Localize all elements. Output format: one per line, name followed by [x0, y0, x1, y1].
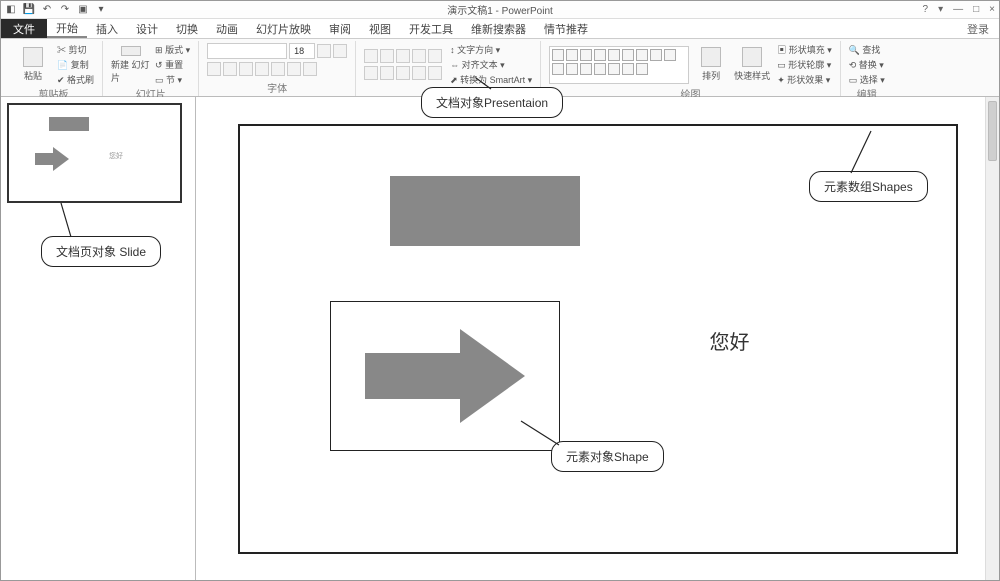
tab-transitions[interactable]: 切换 — [167, 19, 207, 38]
shape-arrow[interactable] — [355, 321, 535, 431]
grow-font-button[interactable] — [317, 44, 331, 58]
minimize-icon[interactable]: — — [953, 4, 963, 15]
align-left-button[interactable] — [364, 66, 378, 80]
tab-home[interactable]: 开始 — [47, 19, 87, 38]
justify-button[interactable] — [412, 66, 426, 80]
callout-shapes-leader — [821, 129, 891, 179]
arrange-button[interactable]: 排列 — [695, 46, 727, 84]
thumb-shape-arrow — [35, 147, 69, 171]
find-button[interactable]: 🔍 查找 — [849, 43, 885, 56]
font-color-button[interactable] — [303, 62, 317, 76]
underline-button[interactable] — [239, 62, 253, 76]
group-font: 18 字体 — [199, 41, 356, 96]
bold-button[interactable] — [207, 62, 221, 76]
arrange-icon — [701, 47, 721, 67]
shapes-gallery[interactable] — [549, 46, 689, 84]
tab-file[interactable]: 文件 — [1, 19, 47, 38]
select-button[interactable]: ▭ 选择 ▾ — [849, 73, 885, 86]
align-center-button[interactable] — [380, 66, 394, 80]
bullets-button[interactable] — [364, 49, 378, 63]
app-icon: ◧ — [5, 4, 17, 16]
numbering-button[interactable] — [380, 49, 394, 63]
slide-thumbnail-1[interactable]: 您好 — [7, 103, 182, 203]
tab-insert[interactable]: 插入 — [87, 19, 127, 38]
slide-thumbnail-pane: 您好 — [1, 97, 196, 580]
thumb-shape-rect — [49, 117, 89, 131]
titlebar: ◧ 💾 ↶ ↷ ▣ ▾ 演示文稿1 - PowerPoint ? ▾ — □ × — [1, 1, 999, 19]
window-controls: ? ▾ — □ × — [923, 4, 995, 15]
tab-slideshow[interactable]: 幻灯片放映 — [247, 19, 320, 38]
vertical-scrollbar[interactable] — [985, 97, 999, 580]
indent-inc-button[interactable] — [412, 49, 426, 63]
shape-effects-button[interactable]: ✦ 形状效果 ▾ — [777, 73, 832, 86]
scrollbar-thumb[interactable] — [988, 101, 997, 161]
redo-icon[interactable]: ↷ — [59, 4, 71, 16]
tab-review[interactable]: 审阅 — [320, 19, 360, 38]
new-slide-label: 新建 幻灯片 — [111, 58, 151, 84]
spacing-button[interactable] — [287, 62, 301, 76]
callout-slide-leader — [41, 201, 101, 241]
tab-extra2[interactable]: 情节推荐 — [535, 19, 597, 38]
reset-button[interactable]: ↺ 重置 — [155, 58, 190, 71]
maximize-icon[interactable]: □ — [973, 4, 979, 15]
tab-extra1[interactable]: 维新搜索器 — [462, 19, 535, 38]
help-icon[interactable]: ? — [923, 4, 929, 15]
copy-button[interactable]: 📄 复制 — [57, 58, 94, 71]
arrange-label: 排列 — [702, 69, 720, 82]
new-slide-icon — [121, 46, 141, 56]
shape-rectangle[interactable] — [390, 176, 580, 246]
columns-button[interactable] — [428, 66, 442, 80]
format-painter-button[interactable]: ✔ 格式刷 — [57, 73, 94, 86]
replace-button[interactable]: ⟲ 替换 ▾ — [849, 58, 885, 71]
italic-button[interactable] — [223, 62, 237, 76]
align-text-button[interactable]: ⇔ 对齐文本 ▾ — [450, 58, 532, 71]
paste-button[interactable]: 粘贴 — [13, 46, 53, 84]
new-slide-button[interactable]: 新建 幻灯片 — [111, 46, 151, 84]
cut-button[interactable]: ✂ 剪切 — [57, 43, 94, 56]
font-family-select[interactable] — [207, 43, 287, 59]
group-clipboard: 粘贴 ✂ 剪切 📄 复制 ✔ 格式刷 剪贴板 — [5, 41, 103, 96]
shadow-button[interactable] — [271, 62, 285, 76]
qat-dropdown-icon[interactable]: ▾ — [95, 4, 107, 16]
save-icon[interactable]: 💾 — [23, 4, 35, 16]
shape-outline-button[interactable]: ▭ 形状轮廓 ▾ — [777, 58, 832, 71]
shrink-font-button[interactable] — [333, 44, 347, 58]
group-font-label: 字体 — [267, 80, 287, 96]
font-size-select[interactable]: 18 — [289, 43, 315, 59]
group-editing: 🔍 查找 ⟲ 替换 ▾ ▭ 选择 ▾ 编辑 — [841, 41, 893, 96]
quick-styles-button[interactable]: 快速样式 — [733, 46, 771, 84]
shape-fill-button[interactable]: ▣ 形状填充 ▾ — [777, 43, 832, 56]
indent-dec-button[interactable] — [396, 49, 410, 63]
ribbon-tabs: 文件 开始 插入 设计 切换 动画 幻灯片放映 审阅 视图 开发工具 维新搜索器… — [1, 19, 999, 39]
start-slideshow-icon[interactable]: ▣ — [77, 4, 89, 16]
undo-icon[interactable]: ↶ — [41, 4, 53, 16]
quick-styles-icon — [742, 47, 762, 67]
section-button[interactable]: ▭ 节 ▾ — [155, 73, 190, 86]
quick-styles-label: 快速样式 — [734, 69, 770, 82]
quick-access-toolbar: ◧ 💾 ↶ ↷ ▣ ▾ — [5, 4, 107, 16]
ribbon-display-options-icon[interactable]: ▾ — [938, 4, 943, 15]
signin-link[interactable]: 登录 — [957, 19, 999, 38]
line-spacing-button[interactable] — [428, 49, 442, 63]
window-title: 演示文稿1 - PowerPoint — [447, 2, 553, 17]
shape-text-hello[interactable]: 您好 — [710, 326, 750, 355]
callout-presentation-leader — [471, 76, 531, 96]
thumb-text: 您好 — [109, 151, 123, 161]
group-slides: 新建 幻灯片 ⊞ 版式 ▾ ↺ 重置 ▭ 节 ▾ 幻灯片 — [103, 41, 199, 96]
text-direction-button[interactable]: ↕ 文字方向 ▾ — [450, 43, 532, 56]
tab-design[interactable]: 设计 — [127, 19, 167, 38]
group-drawing: 排列 快速样式 ▣ 形状填充 ▾ ▭ 形状轮廓 ▾ ✦ 形状效果 ▾ 绘图 — [541, 41, 841, 96]
paste-icon — [23, 47, 43, 67]
callout-shape-leader — [511, 419, 571, 459]
strike-button[interactable] — [255, 62, 269, 76]
paste-label: 粘贴 — [24, 69, 42, 82]
close-icon[interactable]: × — [989, 4, 995, 15]
layout-button[interactable]: ⊞ 版式 ▾ — [155, 43, 190, 56]
align-right-button[interactable] — [396, 66, 410, 80]
tab-animations[interactable]: 动画 — [207, 19, 247, 38]
tab-developer[interactable]: 开发工具 — [400, 19, 462, 38]
tab-view[interactable]: 视图 — [360, 19, 400, 38]
